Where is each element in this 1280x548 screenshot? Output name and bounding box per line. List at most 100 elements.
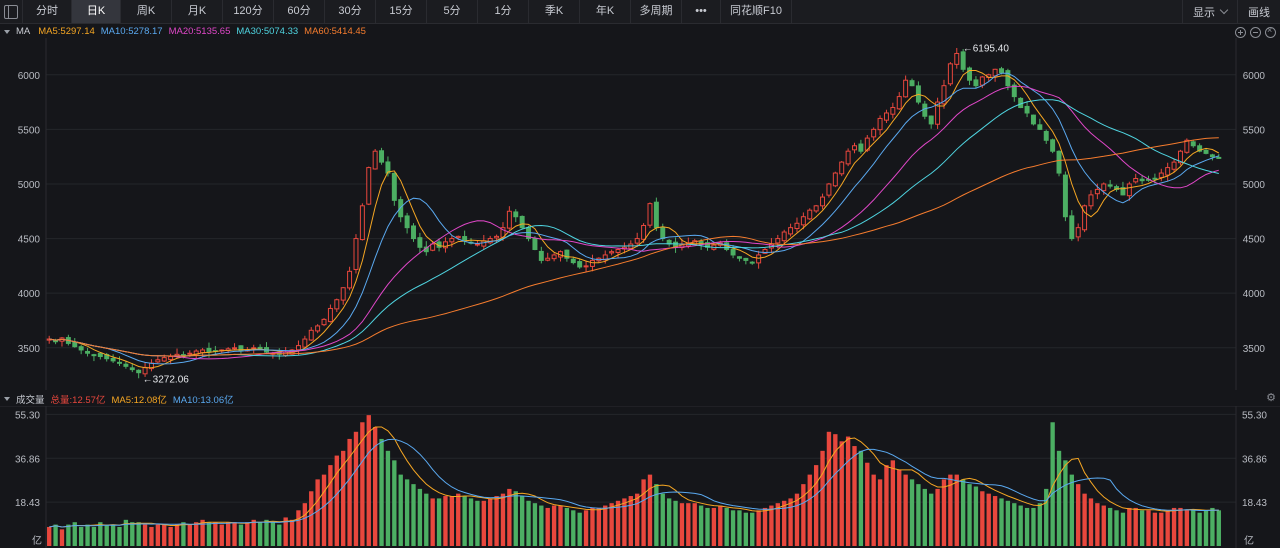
- tab-10[interactable]: 季K: [529, 0, 580, 23]
- volume-bar: [162, 524, 167, 546]
- candle-body: [826, 183, 832, 196]
- candle-body: [1075, 227, 1081, 238]
- candle-body: [551, 254, 557, 260]
- volume-bar: [558, 505, 563, 546]
- ma10-line: [49, 72, 1219, 365]
- candle-body: [359, 205, 365, 241]
- volume-bar: [999, 498, 1004, 546]
- volume-bar: [264, 519, 269, 546]
- candle-body: [807, 209, 813, 220]
- candle-body: [1024, 105, 1030, 114]
- volume-bar: [743, 512, 749, 546]
- ma-legend: MA MA5:5297.14 MA10:5278.17 MA20:5135.65…: [0, 24, 372, 39]
- candle-body: [749, 261, 755, 264]
- volume-bar: [737, 510, 742, 546]
- candle-body: [1037, 124, 1043, 130]
- zoom-in-icon[interactable]: [1235, 27, 1246, 38]
- candle-body: [570, 258, 576, 264]
- volume-bar: [1165, 510, 1170, 546]
- candle-body: [1101, 183, 1107, 192]
- ma5-value: MA5:5297.14: [38, 26, 95, 37]
- y-tick-left: 4000: [18, 289, 41, 300]
- volume-bar: [424, 493, 429, 546]
- candle-body: [1043, 130, 1049, 141]
- volume-bar: [321, 474, 327, 546]
- volume-bar: [1184, 510, 1190, 546]
- draw-line-button[interactable]: 画线: [1237, 0, 1280, 23]
- y-tick-left: 3500: [18, 344, 41, 355]
- candle-body: [1069, 215, 1075, 240]
- candle-body: [736, 256, 742, 259]
- ma30-line: [49, 99, 1219, 357]
- volume-bar: [1012, 503, 1017, 546]
- volume-bar: [149, 526, 154, 546]
- tab-5[interactable]: 60分: [274, 0, 325, 23]
- tab-9[interactable]: 1分: [478, 0, 529, 23]
- candle-body: [404, 215, 410, 229]
- volume-bar: [986, 493, 991, 546]
- gear-icon[interactable]: ⚙: [1266, 393, 1276, 404]
- volume-bar: [270, 522, 276, 546]
- collapse-caret-icon[interactable]: [4, 29, 10, 34]
- volume-bar: [673, 500, 678, 546]
- volume-chart[interactable]: 18.43 18.43 36.86 36.86 55.30 55.30 亿 亿: [0, 406, 1280, 548]
- volume-bar: [155, 524, 161, 546]
- volume-bar: [78, 526, 84, 546]
- volume-bar: [47, 526, 52, 546]
- tab-8[interactable]: 5分: [427, 0, 478, 23]
- candle-body: [506, 210, 512, 229]
- volume-legend: 成交量 总量:12.57亿 MA5:12.08亿 MA10:13.06亿: [0, 391, 240, 406]
- volume-bar: [922, 488, 927, 546]
- candle-body: [999, 68, 1004, 74]
- tab-0[interactable]: 分时: [23, 0, 72, 23]
- candle-body: [295, 345, 301, 351]
- volume-bar: [596, 507, 602, 546]
- candle-body: [519, 215, 525, 229]
- zoom-out-icon[interactable]: [1250, 27, 1261, 38]
- y-tick-right: 5500: [1243, 125, 1266, 136]
- sidebar-toggle-icon[interactable]: [0, 0, 23, 23]
- tab-4[interactable]: 120分: [223, 0, 274, 23]
- candle-body: [647, 203, 653, 226]
- volume-bar: [194, 522, 199, 546]
- volume-bar: [1120, 512, 1126, 546]
- candle-body: [1126, 183, 1132, 197]
- display-menu[interactable]: 显示: [1182, 0, 1237, 23]
- volume-bar: [564, 507, 570, 546]
- candle-body: [391, 172, 397, 201]
- volume-bar: [1210, 507, 1215, 546]
- tab-1[interactable]: 日K: [72, 0, 121, 23]
- tab-12[interactable]: 多周期: [631, 0, 682, 23]
- candle-body: [449, 238, 455, 243]
- candle-body: [1030, 114, 1036, 125]
- candle-body: [91, 354, 97, 357]
- volume-bar: [187, 524, 192, 546]
- price-chart[interactable]: 3500 3500 4000 4000 4500 4500 5000 5000 5500 5500…: [0, 38, 1280, 390]
- candle-body: [903, 79, 909, 98]
- volume-bar: [251, 519, 256, 546]
- volume-bar: [110, 524, 116, 546]
- volume-bar: [59, 529, 65, 546]
- volume-bar: [417, 488, 423, 546]
- volume-bar: [1152, 512, 1158, 546]
- tab-3[interactable]: 月K: [172, 0, 223, 23]
- volume-bar: [813, 465, 819, 546]
- volume-bar: [436, 498, 442, 546]
- collapse-caret-icon[interactable]: [4, 396, 10, 401]
- tab-13[interactable]: •••: [682, 0, 721, 23]
- tab-7[interactable]: 15分: [376, 0, 427, 23]
- candle-body: [142, 366, 148, 375]
- tab-11[interactable]: 年K: [580, 0, 631, 23]
- candle-body: [1018, 97, 1024, 109]
- volume-bar: [871, 474, 876, 546]
- y-tick-left: 5500: [18, 125, 41, 136]
- candle-body: [967, 67, 973, 81]
- close-icon[interactable]: [1265, 25, 1276, 38]
- volume-bar: [577, 512, 582, 546]
- candle-body: [1190, 141, 1196, 147]
- tab-14[interactable]: 同花顺F10: [721, 0, 792, 23]
- tab-2[interactable]: 周K: [121, 0, 172, 23]
- volume-bar: [941, 479, 947, 546]
- candle-body: [53, 340, 59, 343]
- tab-6[interactable]: 30分: [325, 0, 376, 23]
